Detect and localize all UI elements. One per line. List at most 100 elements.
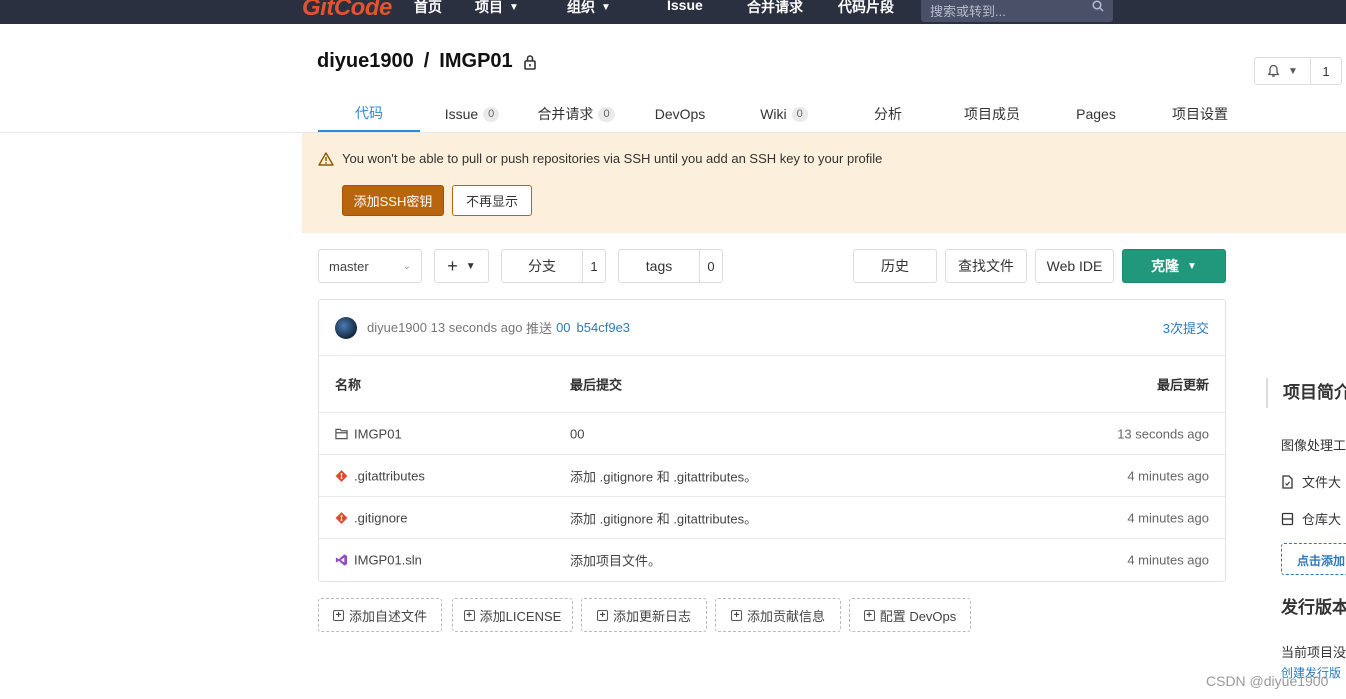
commit-action: 推送 bbox=[526, 321, 553, 336]
plus-square-icon: + bbox=[596, 609, 608, 621]
add-description-button[interactable]: 点击添加 bbox=[1281, 543, 1346, 575]
commit-author[interactable]: diyue1900 bbox=[367, 320, 427, 335]
notification-count: 1 bbox=[1322, 63, 1330, 79]
visual-studio-icon bbox=[335, 554, 348, 566]
repo-tabs: 代码 Issue 0 合并请求 0 DevOps Wiki 0 分析 项目成员 Pag… bbox=[318, 96, 1252, 132]
add-ssh-key-button[interactable]: 添加SSH密钥 bbox=[342, 185, 444, 216]
branch-select[interactable]: master ⌄ bbox=[318, 249, 422, 283]
top-navbar: GitCode 首页 项目 ▼ 组织 ▼ Issue 合并请求 代码片段 搜索或转到… bbox=[0, 0, 1346, 24]
table-header: 名称 最后提交 最后更新 bbox=[319, 356, 1225, 413]
plus-square-icon: + bbox=[463, 609, 475, 621]
commit-message[interactable]: 00 bbox=[556, 320, 570, 335]
tags-button[interactable]: tags 0 bbox=[618, 249, 723, 283]
avatar[interactable] bbox=[335, 316, 357, 339]
file-name[interactable]: IMGP01.sln bbox=[354, 553, 422, 568]
file-name[interactable]: .gitattributes bbox=[354, 468, 425, 483]
git-icon bbox=[335, 511, 348, 524]
nav-projects[interactable]: 项目 ▼ bbox=[475, 0, 519, 17]
merge-request-count-badge: 0 bbox=[598, 106, 615, 122]
file-commit[interactable]: 添加 .gitignore 和 .gitattributes。 bbox=[570, 466, 757, 485]
notification-button[interactable]: ▼ bbox=[1255, 58, 1311, 84]
file-commit[interactable]: 添加项目文件。 bbox=[570, 551, 661, 570]
search-input[interactable]: 搜索或转到... bbox=[921, 0, 1113, 22]
file-updated: 4 minutes ago bbox=[1127, 552, 1209, 568]
release-title: 发行版本 bbox=[1281, 598, 1346, 617]
chevron-down-icon: ▼ bbox=[601, 1, 611, 13]
commits-count-link[interactable]: 3次提交 bbox=[1163, 318, 1209, 337]
git-icon bbox=[335, 469, 348, 482]
file-commit[interactable]: 00 bbox=[570, 426, 584, 441]
nav-groups[interactable]: 组织 ▼ bbox=[567, 0, 611, 17]
nav-home[interactable]: 首页 bbox=[414, 0, 442, 17]
wiki-count-badge: 0 bbox=[791, 106, 808, 122]
file-name[interactable]: IMGP01 bbox=[354, 426, 402, 441]
tab-devops[interactable]: DevOps bbox=[628, 96, 732, 132]
tab-issue[interactable]: Issue 0 bbox=[420, 96, 524, 132]
folder-icon bbox=[335, 428, 348, 439]
commit-time: 13 seconds ago bbox=[430, 320, 523, 335]
search-icon bbox=[1092, 0, 1104, 12]
add-changelog-button[interactable]: + 添加更新日志 bbox=[581, 598, 707, 632]
nav-merge-requests[interactable]: 合并请求 bbox=[747, 0, 803, 17]
chevron-down-icon: ▼ bbox=[509, 1, 519, 13]
table-row[interactable]: .gitignore 添加 .gitignore 和 .gitattribute… bbox=[319, 497, 1225, 539]
file-commit[interactable]: 添加 .gitignore 和 .gitattributes。 bbox=[570, 508, 757, 527]
configure-devops-button[interactable]: + 配置 DevOps bbox=[849, 598, 971, 632]
plus-square-icon: + bbox=[332, 609, 344, 621]
find-file-button[interactable]: 查找文件 bbox=[945, 249, 1027, 283]
file-updated: 13 seconds ago bbox=[1117, 426, 1209, 441]
add-readme-button[interactable]: + 添加自述文件 bbox=[318, 598, 442, 632]
branches-count: 1 bbox=[590, 258, 598, 274]
repo-name[interactable]: IMGP01 bbox=[439, 50, 512, 73]
file-size-info: 文件大 bbox=[1281, 472, 1341, 491]
table-row[interactable]: .gitattributes 添加 .gitignore 和 .gitattri… bbox=[319, 455, 1225, 497]
commit-sha[interactable]: b54cf9e3 bbox=[577, 320, 631, 335]
file-updated: 4 minutes ago bbox=[1127, 510, 1209, 525]
add-dropdown-button[interactable]: + ▼ bbox=[434, 249, 489, 283]
header-last-update: 最后更新 bbox=[1156, 377, 1209, 393]
nav-issue[interactable]: Issue bbox=[667, 0, 703, 13]
tab-analytics[interactable]: 分析 bbox=[836, 96, 940, 132]
repo-owner[interactable]: diyue1900 bbox=[317, 50, 414, 73]
web-ide-button[interactable]: Web IDE bbox=[1035, 249, 1114, 283]
header-name: 名称 bbox=[335, 377, 362, 393]
tags-count: 0 bbox=[707, 258, 715, 274]
nav-snippets[interactable]: 代码片段 bbox=[838, 0, 894, 17]
table-row[interactable]: IMGP01 00 13 seconds ago bbox=[319, 413, 1225, 455]
header-last-commit: 最后提交 bbox=[570, 377, 623, 393]
tab-pages[interactable]: Pages bbox=[1044, 96, 1148, 132]
bell-icon bbox=[1267, 64, 1280, 77]
plus-square-icon: + bbox=[730, 609, 742, 621]
add-contributing-button[interactable]: + 添加贡献信息 bbox=[715, 598, 841, 632]
plus-square-icon: + bbox=[863, 609, 875, 621]
clone-button[interactable]: 克隆 ▼ bbox=[1122, 249, 1226, 283]
notification-control: ▼ 1 bbox=[1254, 57, 1342, 85]
gitcode-logo[interactable]: GitCode bbox=[302, 0, 392, 22]
add-license-button[interactable]: + 添加LICENSE bbox=[452, 598, 573, 632]
ssh-warning-banner: You won't be able to pull or push reposi… bbox=[302, 133, 1346, 233]
tab-merge-requests[interactable]: 合并请求 0 bbox=[524, 96, 628, 132]
chevron-down-icon: ⌄ bbox=[402, 260, 411, 272]
repo-separator: / bbox=[423, 50, 430, 72]
repo-size-info: 仓库大 bbox=[1281, 509, 1341, 528]
dont-show-again-button[interactable]: 不再显示 bbox=[452, 185, 532, 216]
tab-settings[interactable]: 项目设置 bbox=[1148, 96, 1252, 132]
table-row[interactable]: IMGP01.sln 添加项目文件。 4 minutes ago bbox=[319, 539, 1225, 581]
repo-title: diyue1900 / IMGP01 bbox=[317, 50, 537, 73]
warning-icon bbox=[318, 151, 334, 166]
tab-wiki[interactable]: Wiki 0 bbox=[732, 96, 836, 132]
issue-count-badge: 0 bbox=[483, 106, 500, 122]
database-icon bbox=[1281, 512, 1294, 525]
file-icon bbox=[1282, 474, 1293, 489]
tab-code[interactable]: 代码 bbox=[318, 96, 420, 132]
branches-button[interactable]: 分支 1 bbox=[501, 249, 606, 283]
history-button[interactable]: 历史 bbox=[853, 249, 937, 283]
plus-icon: + bbox=[447, 255, 458, 276]
file-browser: diyue1900 13 seconds ago 推送 00 b54cf9e3 … bbox=[318, 299, 1226, 582]
warning-message: You won't be able to pull or push reposi… bbox=[318, 151, 882, 166]
tab-members[interactable]: 项目成员 bbox=[940, 96, 1044, 132]
chevron-down-icon: ▼ bbox=[1288, 65, 1298, 77]
project-description: 图像处理工 bbox=[1281, 438, 1346, 453]
watermark: CSDN @diyue1900 bbox=[1206, 673, 1329, 689]
file-name[interactable]: .gitignore bbox=[354, 510, 407, 525]
